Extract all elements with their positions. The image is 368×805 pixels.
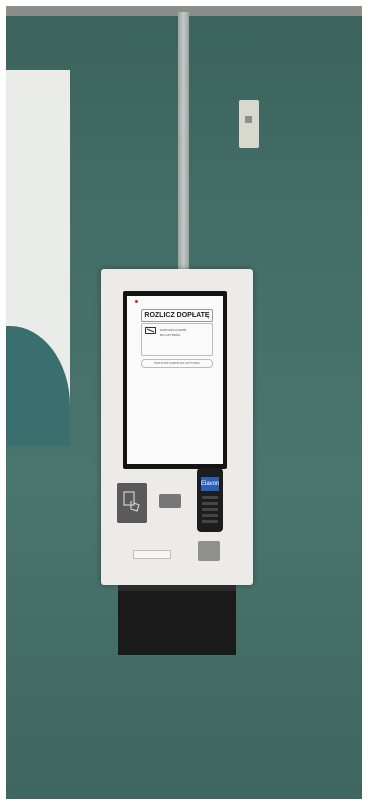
screen-bezel: ROZLICZ DOPŁATĘ ZASTOSUJ KARTĘ DO CZYTNI… [123, 291, 227, 469]
screen-title: ROZLICZ DOPŁATĘ [141, 309, 213, 322]
base-cabinet [118, 585, 236, 655]
status-dot [135, 300, 138, 303]
base-cabinet-edge [118, 585, 236, 591]
coin-module [198, 541, 220, 561]
instruction-line: DO CZYTNIKA [160, 333, 181, 337]
wall-sensor [239, 100, 259, 148]
parking-kiosk: ROZLICZ DOPŁATĘ ZASTOSUJ KARTĘ DO CZYTNI… [101, 269, 253, 585]
photo-scene: ROZLICZ DOPŁATĘ ZASTOSUJ KARTĘ DO CZYTNI… [6, 6, 362, 799]
touch-screen[interactable]: ROZLICZ DOPŁATĘ ZASTOSUJ KARTĘ DO CZYTNI… [127, 296, 223, 464]
instruction-line: ZASTOSUJ KARTĘ [160, 328, 187, 332]
payment-terminal[interactable]: Elavon [197, 468, 223, 532]
card-reader-button[interactable]: PRZYŁÓŻ KARTĘ DO CZYTNIKA [141, 359, 213, 368]
card-icon [145, 327, 156, 334]
cable-conduit [178, 12, 189, 274]
ticket-reader[interactable] [117, 483, 147, 523]
receipt-slot [133, 550, 171, 559]
terminal-keypad[interactable] [202, 496, 218, 526]
terminal-brand: Elavon [201, 481, 220, 487]
hand-scan-icon [123, 491, 140, 512]
instruction-box: ZASTOSUJ KARTĘ DO CZYTNIKA [141, 323, 213, 356]
sensor-light [245, 116, 252, 123]
contactless-plate[interactable] [159, 494, 181, 508]
